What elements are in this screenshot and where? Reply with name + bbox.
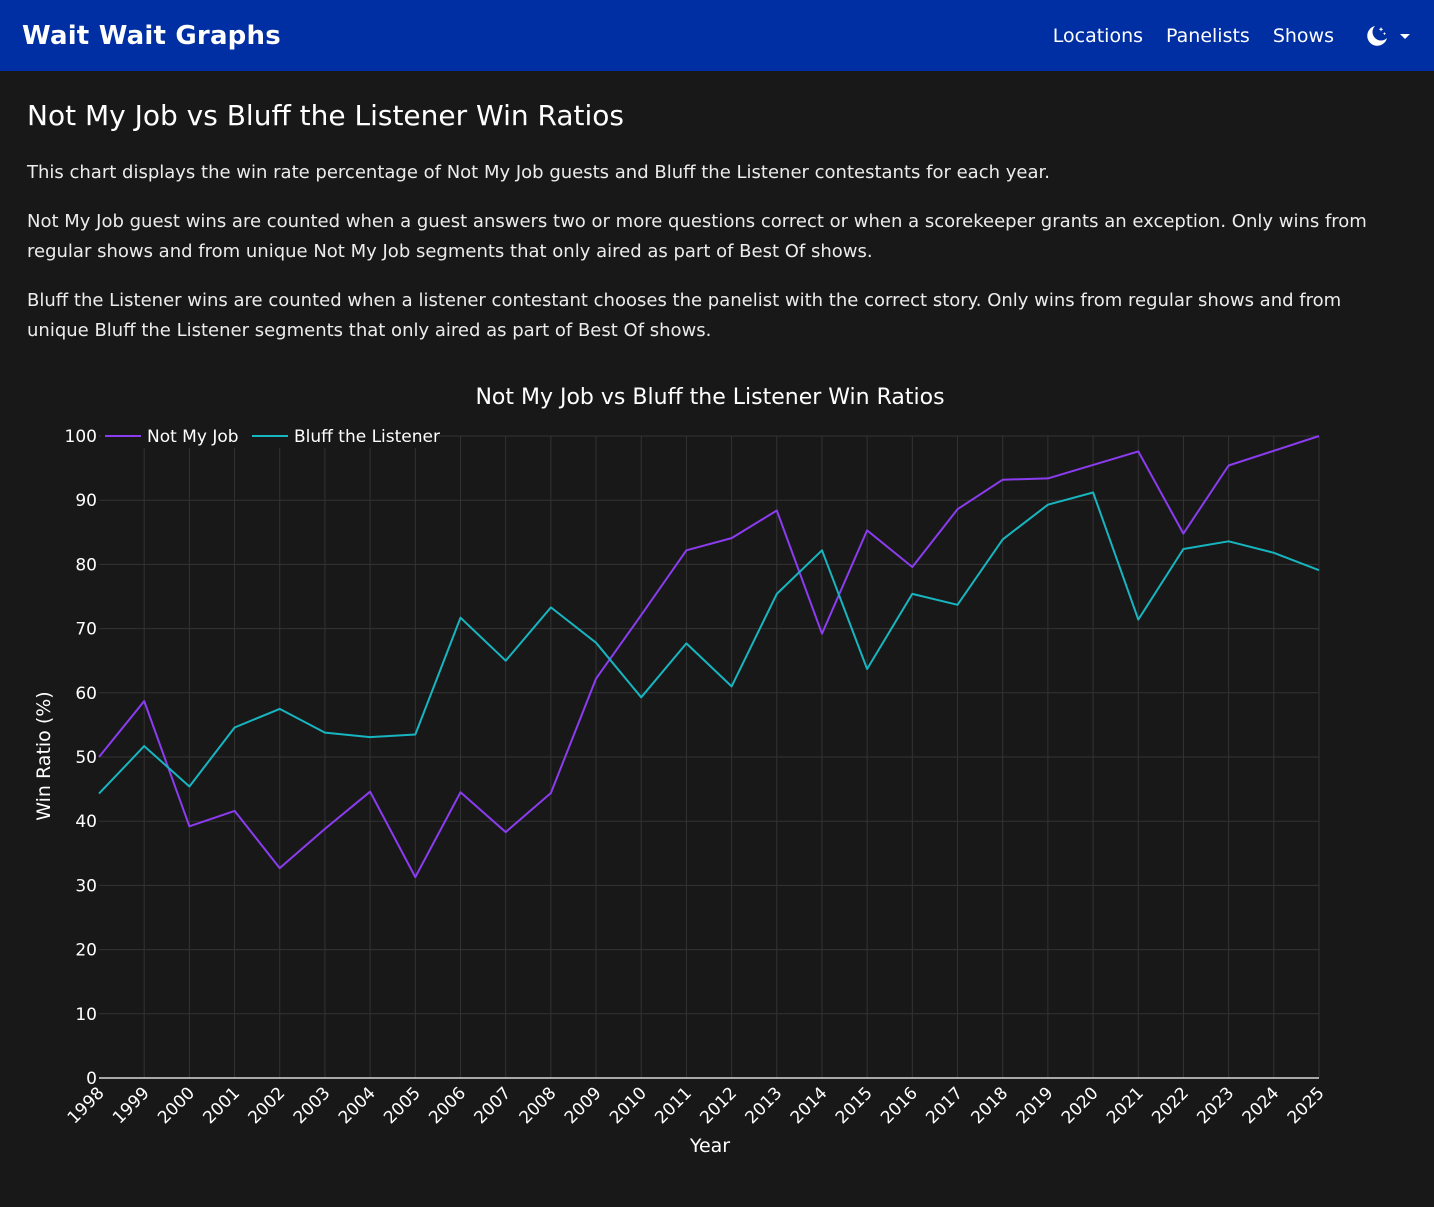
x-tick-label: 2010 bbox=[606, 1083, 651, 1128]
main-content: Not My Job vs Bluff the Listener Win Rat… bbox=[0, 71, 1434, 346]
x-tick-label: 2011 bbox=[651, 1083, 696, 1128]
chevron-down-icon bbox=[1400, 33, 1410, 39]
y-tick-label: 80 bbox=[75, 555, 97, 575]
legend-label: Bluff the Listener bbox=[294, 427, 440, 447]
y-tick-label: 60 bbox=[75, 684, 97, 704]
x-tick-label: 2016 bbox=[877, 1083, 922, 1128]
chart-legend[interactable]: Not My Job Bluff the Listener bbox=[101, 424, 440, 448]
legend-label: Not My Job bbox=[147, 427, 239, 447]
x-tick-label: 2019 bbox=[1013, 1083, 1058, 1128]
y-tick-label: 10 bbox=[75, 1005, 97, 1025]
x-tick-label: 2009 bbox=[561, 1083, 606, 1128]
chart-axes: 01020304050607080901001998 1999 2000 2001 20… bbox=[64, 427, 1329, 1128]
description-paragraph-2: Not My Job guest wins are counted when a… bbox=[27, 210, 1367, 262]
x-tick-label: 1998 bbox=[64, 1083, 109, 1128]
chart-series bbox=[98, 435, 1320, 879]
x-axis-label: Year bbox=[689, 1135, 730, 1157]
x-tick-label: 2023 bbox=[1193, 1083, 1238, 1128]
x-tick-label: 1999 bbox=[109, 1083, 154, 1128]
x-tick-label: 2021 bbox=[1103, 1083, 1148, 1128]
y-tick-label: 50 bbox=[75, 748, 97, 768]
series-line-bluff-the-listener bbox=[98, 491, 1320, 795]
x-tick-label: 2025 bbox=[1284, 1083, 1329, 1128]
x-tick-label: 2013 bbox=[742, 1083, 787, 1128]
x-tick-label: 2007 bbox=[470, 1083, 515, 1128]
description-paragraph-3: Bluff the Listener wins are counted when… bbox=[27, 289, 1342, 341]
x-tick-label: 2002 bbox=[245, 1083, 290, 1128]
x-tick-label: 2014 bbox=[787, 1083, 832, 1128]
x-tick-label: 2018 bbox=[968, 1083, 1013, 1128]
x-tick-label: 2022 bbox=[1148, 1083, 1193, 1128]
y-tick-label: 30 bbox=[75, 876, 97, 896]
x-tick-label: 2024 bbox=[1239, 1083, 1284, 1128]
y-tick-label: 70 bbox=[75, 620, 97, 640]
x-tick-label: 2000 bbox=[154, 1083, 199, 1128]
y-tick-label: 100 bbox=[65, 427, 97, 447]
chart-grid bbox=[99, 435, 1320, 1078]
nav-link-locations[interactable]: Locations bbox=[1053, 25, 1143, 47]
x-tick-label: 2012 bbox=[696, 1083, 741, 1128]
y-tick-label: 20 bbox=[75, 941, 97, 961]
x-tick-label: 2015 bbox=[832, 1083, 877, 1128]
series-line-not-my-job bbox=[98, 435, 1320, 879]
x-tick-label: 2017 bbox=[922, 1083, 967, 1128]
x-tick-label: 2004 bbox=[335, 1083, 380, 1128]
x-tick-label: 2001 bbox=[199, 1083, 244, 1128]
nav-link-shows[interactable]: Shows bbox=[1273, 25, 1334, 47]
chart-title: Not My Job vs Bluff the Listener Win Rat… bbox=[475, 385, 944, 410]
theme-toggle-button[interactable] bbox=[1366, 25, 1412, 47]
x-tick-label: 2006 bbox=[425, 1083, 470, 1128]
nav-link-panelists[interactable]: Panelists bbox=[1166, 25, 1250, 47]
x-tick-label: 2008 bbox=[516, 1083, 561, 1128]
moon-stars-icon bbox=[1367, 25, 1387, 46]
description-paragraph-1: This chart displays the win rate percent… bbox=[27, 161, 1050, 183]
y-tick-label: 40 bbox=[75, 812, 97, 832]
y-tick-label: 90 bbox=[75, 491, 97, 511]
win-ratio-chart: Not My Job vs Bluff the Listener Win Rat… bbox=[33, 385, 1329, 1157]
x-tick-label: 2005 bbox=[380, 1083, 425, 1128]
y-axis-label: Win Ratio (%) bbox=[33, 691, 55, 820]
x-tick-label: 2003 bbox=[290, 1083, 335, 1128]
x-tick-label: 2020 bbox=[1058, 1083, 1103, 1128]
page-title: Not My Job vs Bluff the Listener Win Rat… bbox=[27, 99, 625, 132]
navbar: Wait Wait Graphs Locations Panelists Sho… bbox=[0, 0, 1434, 71]
brand-title[interactable]: Wait Wait Graphs bbox=[22, 21, 281, 51]
nav-links: Locations Panelists Shows bbox=[1030, 25, 1412, 47]
